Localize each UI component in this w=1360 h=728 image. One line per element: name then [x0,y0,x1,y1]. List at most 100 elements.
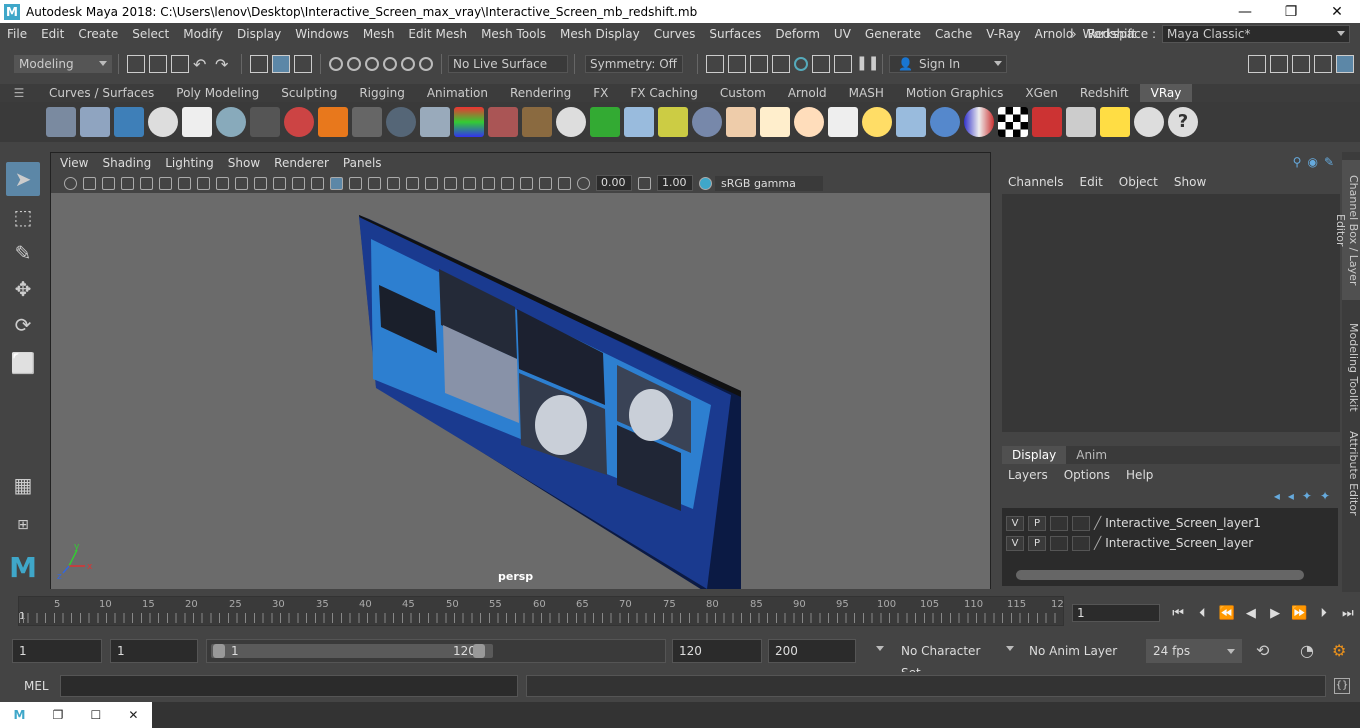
shelf-tab-rigging[interactable]: Rigging [348,84,415,102]
tab-display[interactable]: Display [1002,446,1067,464]
menu-vray[interactable]: V-Ray [979,27,1027,41]
anim-layer-dropdown[interactable]: No Anim Layer [1022,639,1132,663]
script-editor-icon[interactable]: {} [1334,678,1350,694]
character-set-dropdown[interactable]: No Character Set [894,639,1004,680]
redo-icon[interactable]: ↷ [215,55,233,74]
shelf-tab-custom[interactable]: Custom [709,84,777,102]
vray-particles-icon[interactable] [624,107,654,137]
side-tab-channel-box[interactable]: Channel Box / Layer Editor [1334,160,1360,300]
shelf-tab-poly-modeling[interactable]: Poly Modeling [165,84,270,102]
grease-pencil-icon[interactable] [159,176,172,190]
vray-spheres-icon[interactable] [284,107,314,137]
vray-render-elements-icon[interactable] [1032,107,1062,137]
use-all-lights-icon[interactable] [387,176,400,190]
command-input[interactable] [60,675,518,697]
menu-edit[interactable]: Edit [34,27,71,41]
render-settings-icon[interactable] [772,55,790,73]
resolution-gate-icon[interactable] [216,176,229,190]
attribute-editor-icon[interactable] [1270,55,1288,73]
select-component-icon[interactable] [294,55,312,73]
bookmark-icon[interactable] [102,176,115,190]
time-ruler[interactable]: 1 5 10 15 20 25 30 35 40 45 50 55 60 65 … [18,596,1064,626]
layer-name[interactable]: Interactive_Screen_layer1 [1105,516,1261,530]
menu-edit-mesh[interactable]: Edit Mesh [401,27,474,41]
vray-light-icon[interactable] [862,107,892,137]
field-chart-icon[interactable] [254,176,267,190]
render-view-icon[interactable] [812,55,830,73]
save-scene-icon[interactable] [171,55,189,73]
lasso-tool-icon[interactable]: ⬚ [6,200,40,234]
layout-single-icon[interactable]: ▦ [6,468,40,502]
vray-table-icon[interactable] [1066,107,1096,137]
shelf-tab-xgen[interactable]: XGen [1014,84,1069,102]
modeling-toolkit-icon[interactable] [1248,55,1266,73]
tool-icon[interactable]: ✎ [1324,155,1334,169]
layer-menu-layers[interactable]: Layers [1000,468,1056,482]
vray-ipr-icon[interactable] [114,107,144,137]
vray-mesh-light-icon[interactable] [896,107,926,137]
play-backward-icon[interactable]: ◀ [1242,606,1260,621]
vray-proxy-icon[interactable] [420,107,450,137]
isolate-select-icon[interactable] [501,176,514,190]
safe-title-icon[interactable] [292,176,305,190]
open-scene-icon[interactable] [149,55,167,73]
vp-menu-lighting[interactable]: Lighting [158,156,221,170]
menu-mesh-display[interactable]: Mesh Display [553,27,647,41]
layer-menu-options[interactable]: Options [1056,468,1118,482]
channel-box-area[interactable] [1002,194,1340,432]
layer-menu-help[interactable]: Help [1118,468,1161,482]
shelf-tab-rendering[interactable]: Rendering [499,84,582,102]
vray-rect-light-icon[interactable] [726,107,756,137]
vray-fur-icon[interactable] [488,107,518,137]
gamma-icon[interactable] [638,176,651,190]
cb-menu-edit[interactable]: Edit [1072,175,1111,189]
exposure-field[interactable]: 0.00 [596,175,632,191]
move-layer-down-icon[interactable]: ◂ [1288,489,1294,503]
exposure-icon[interactable] [577,176,590,190]
chevron-down-icon[interactable] [876,646,884,651]
layer-playback-toggle[interactable]: P [1028,515,1046,531]
layer-name[interactable]: Interactive_Screen_layer [1105,536,1253,550]
menu-more-icon[interactable]: » [1069,27,1076,41]
backface-culling-icon[interactable] [558,176,571,190]
menu-cache[interactable]: Cache [928,27,979,41]
gamma-field[interactable]: 1.00 [657,175,693,191]
vray-flag-sphere-icon[interactable] [964,107,994,137]
layer-color-swatch[interactable] [1072,515,1090,531]
tool-settings-icon[interactable] [1292,55,1310,73]
snap-view-icon[interactable] [383,57,397,71]
channel-box-icon[interactable] [1336,55,1354,73]
close-button[interactable]: ✕ [1314,0,1360,23]
xray-joints-icon[interactable] [539,176,552,190]
maya-m-logo-icon[interactable]: M [6,550,40,584]
playback-end-field[interactable]: 120 [672,639,762,663]
layer-display-type[interactable] [1050,535,1068,551]
vp-menu-renderer[interactable]: Renderer [267,156,336,170]
current-frame-field[interactable]: 1 [1072,604,1160,622]
safe-action-icon[interactable] [273,176,286,190]
color-space-dropdown[interactable]: sRGB gamma [715,175,823,191]
side-tab-modeling-toolkit[interactable]: Modeling Toolkit [1342,312,1360,422]
vray-camera-icon[interactable] [250,107,280,137]
film-gate-icon[interactable] [197,176,210,190]
2d-pan-zoom-icon[interactable] [140,176,153,190]
shelf-tab-fx-caching[interactable]: FX Caching [619,84,708,102]
vray-prism-icon[interactable] [454,107,484,137]
layout-quad-icon[interactable]: ⊞ [6,508,40,542]
menu-file[interactable]: File [0,27,34,41]
vray-texture-icon[interactable] [522,107,552,137]
cb-menu-show[interactable]: Show [1166,175,1214,189]
vray-spot-light-icon[interactable] [760,107,790,137]
layer-display-type[interactable] [1050,515,1068,531]
pause-icon[interactable]: ❚❚ [856,55,879,73]
paint-select-tool-icon[interactable]: ✎ [6,236,40,270]
redshift-render-icon[interactable] [834,55,852,73]
sign-in-button[interactable]: 👤 Sign In [889,55,1007,73]
menu-surfaces[interactable]: Surfaces [702,27,768,41]
maximize-icon[interactable]: ☐ [90,708,101,722]
vp-menu-view[interactable]: View [53,156,95,170]
menu-deform[interactable]: Deform [768,27,827,41]
layer-edit-icon[interactable]: ╱ [1094,536,1101,550]
xray-icon[interactable] [520,176,533,190]
shelf-tab-motion-graphics[interactable]: Motion Graphics [895,84,1015,102]
